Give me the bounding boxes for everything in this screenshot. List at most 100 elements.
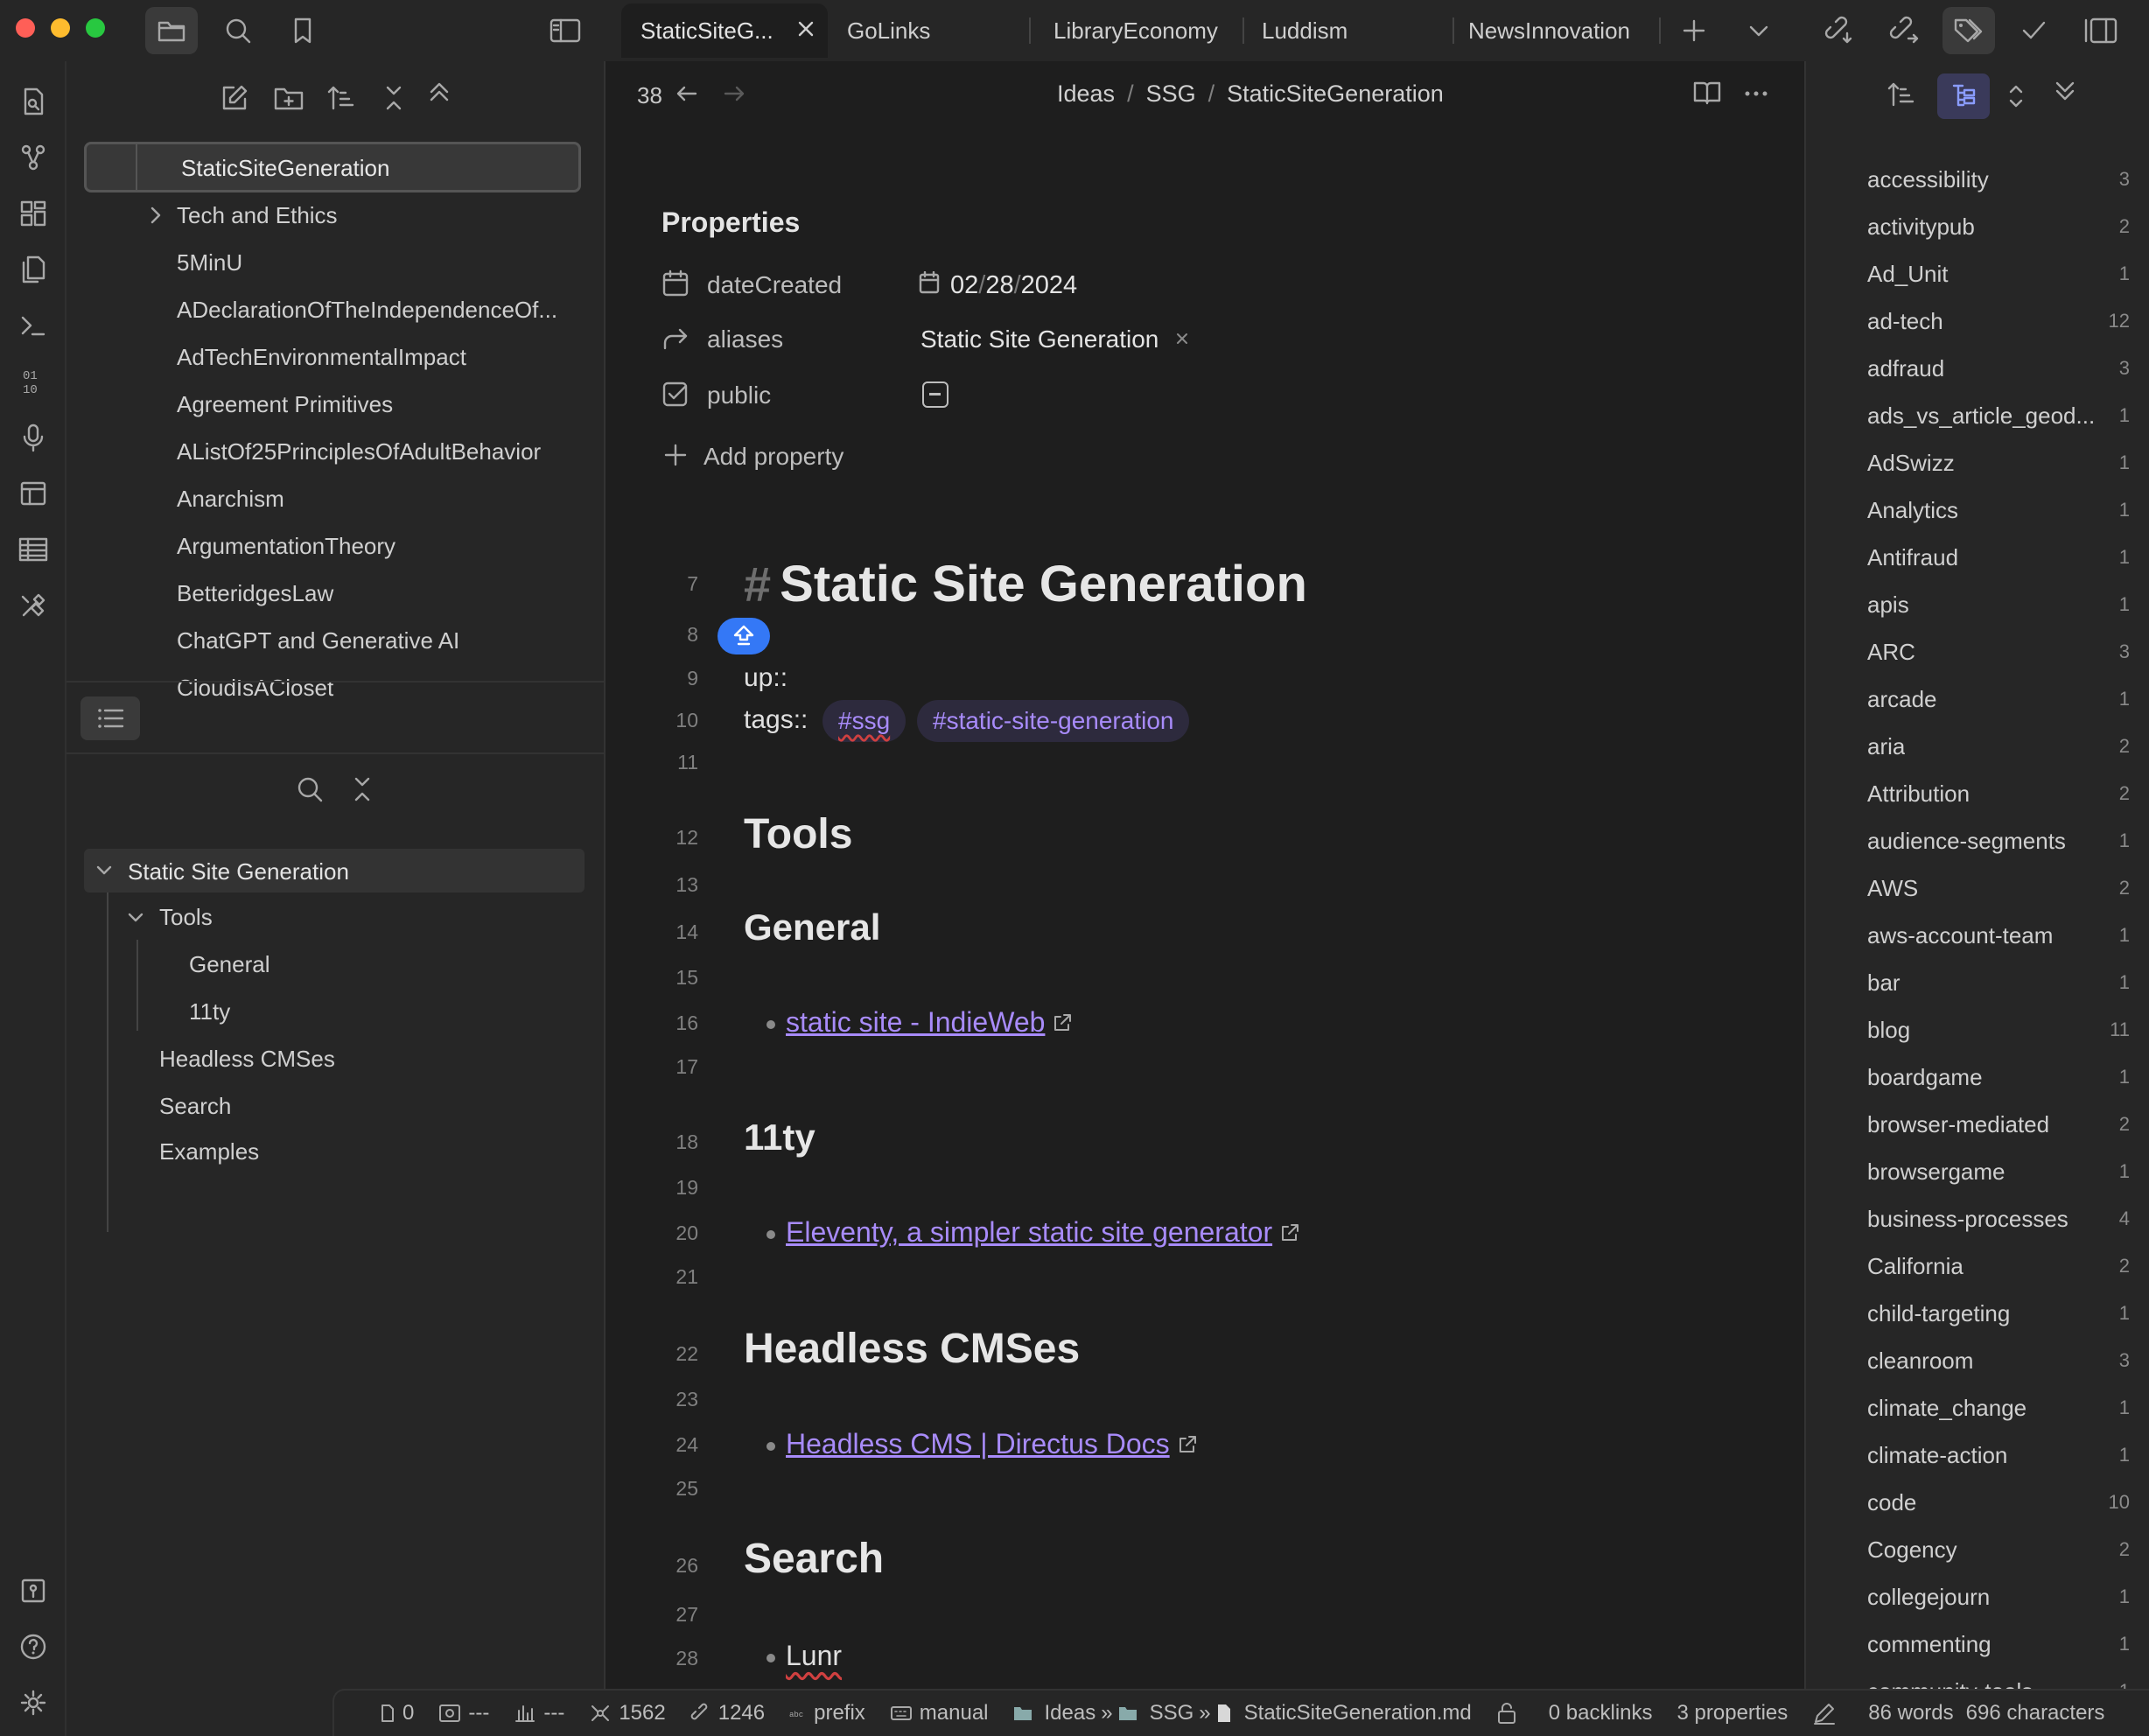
tab-luddism[interactable]: Luddism [1242, 4, 1348, 58]
status-links[interactable]: 1246 [690, 1701, 765, 1726]
tag-row[interactable]: community-tools 1 [1867, 1668, 2130, 1690]
microphone-icon[interactable] [10, 415, 56, 460]
edit-mode-icon[interactable] [1812, 1701, 1844, 1726]
sort-tags-icon[interactable] [1886, 80, 1916, 108]
tag-row[interactable]: ad-tech 12 [1867, 298, 2130, 345]
new-tab-icon[interactable] [1668, 7, 1720, 54]
tags-icon[interactable] [1942, 7, 1995, 54]
tag-row[interactable]: browser-mediated 2 [1867, 1101, 2130, 1148]
list-item-text[interactable]: Lunr [786, 1640, 842, 1672]
folder-item[interactable]: Tech and Ethics [177, 192, 338, 238]
date-calendar-icon[interactable] [919, 271, 940, 294]
tag-row[interactable]: ARC 3 [1867, 628, 2130, 676]
tag-row[interactable]: accessibility 3 [1867, 156, 2130, 203]
chevron-down-icon[interactable] [126, 908, 145, 928]
breadcrumb-item[interactable]: StaticSiteGeneration [1227, 80, 1444, 108]
status-stats[interactable]: --- [514, 1701, 564, 1726]
outline-item[interactable]: General [189, 942, 270, 987]
status-path[interactable]: Ideas » SSG » StaticSiteGeneration.md [1013, 1701, 1472, 1726]
open-quick-switcher-icon[interactable] [10, 79, 56, 124]
tag-row[interactable]: AWS 2 [1867, 864, 2130, 912]
heading-2[interactable]: Headless CMSes [744, 1325, 1080, 1373]
chevrons-up-icon[interactable] [415, 68, 464, 117]
table-icon[interactable] [10, 527, 56, 572]
property-key-datecreated[interactable]: dateCreated [707, 271, 842, 299]
expand-collapse-icon[interactable] [2004, 82, 2028, 110]
external-link[interactable]: Eleventy, a simpler static site generato… [786, 1216, 1272, 1249]
minimize-window-button[interactable] [51, 18, 70, 38]
outline-item[interactable]: Examples [159, 1129, 259, 1174]
files-icon[interactable] [145, 7, 198, 54]
tag-row[interactable]: Cogency 2 [1867, 1526, 2130, 1573]
tag-row[interactable]: Analytics 1 [1867, 486, 2130, 534]
tag-row[interactable]: commenting 1 [1867, 1620, 2130, 1668]
tag-row[interactable]: Antifraud 1 [1867, 534, 2130, 581]
tab-golinks[interactable]: GoLinks [828, 4, 930, 58]
property-key-aliases[interactable]: aliases [707, 326, 783, 354]
file-item[interactable]: AListOf25PrinciplesOfAdultBehavior [177, 429, 541, 474]
file-item[interactable]: Agreement Primitives [177, 382, 393, 427]
help-icon[interactable] [10, 1624, 56, 1670]
status-prefix[interactable]: abc prefix [789, 1701, 865, 1726]
tag-row[interactable]: cleanroom 3 [1867, 1337, 2130, 1384]
tag-row[interactable]: blog 11 [1867, 1006, 2130, 1054]
tag-row[interactable]: business-processes 4 [1867, 1195, 2130, 1242]
heading-3[interactable]: General [744, 906, 880, 948]
external-link[interactable]: Headless CMS | Directus Docs [786, 1428, 1170, 1460]
alias-pill[interactable]: Static Site Generation [920, 326, 1158, 354]
tag-row[interactable]: Attribution 2 [1867, 770, 2130, 817]
date-value[interactable]: 02/28/2024 [950, 271, 1077, 300]
chevron-right-icon[interactable] [147, 205, 164, 226]
terminal-icon[interactable] [10, 303, 56, 348]
file-item[interactable]: ArgumentationTheory [177, 523, 396, 569]
tag-row[interactable]: California 2 [1867, 1242, 2130, 1290]
tab-newsinnovation[interactable]: NewsInnovation [1449, 4, 1630, 58]
outline-collapse-icon[interactable] [338, 765, 387, 814]
tag-row[interactable]: adfraud 3 [1867, 345, 2130, 392]
tag-row[interactable]: Ad_Unit 1 [1867, 250, 2130, 298]
external-link[interactable]: static site - IndieWeb [786, 1006, 1045, 1039]
remove-alias-icon[interactable] [1172, 329, 1192, 348]
heading-1[interactable]: # Static Site Generation [744, 555, 1307, 613]
collapse-all-icon[interactable] [369, 74, 418, 122]
heading-2[interactable]: Tools [744, 810, 852, 858]
tag-row[interactable]: arcade 1 [1867, 676, 2130, 723]
right-sidebar-toggle-icon[interactable] [2074, 7, 2126, 54]
new-note-icon[interactable] [210, 74, 259, 122]
heading-2[interactable]: Search [744, 1535, 884, 1583]
more-options-icon[interactable] [1743, 80, 1769, 107]
outline-item[interactable]: Headless CMSes [159, 1036, 335, 1082]
file-item[interactable]: 5MinU [177, 240, 242, 285]
file-item[interactable]: CloudIsACloset [177, 665, 333, 710]
outline-tab-icon[interactable] [80, 696, 140, 740]
tools-icon[interactable] [10, 583, 56, 628]
outline-item[interactable]: Tools [159, 894, 213, 940]
sidebar-toggle-icon[interactable] [539, 7, 592, 54]
tab-list-chevron-icon[interactable] [1732, 7, 1785, 54]
link-down-icon[interactable] [1813, 7, 1866, 54]
tag-row[interactable]: climate-action 1 [1867, 1432, 2130, 1479]
tag-row[interactable]: boardgame 1 [1867, 1054, 2130, 1101]
outline-item[interactable]: Search [159, 1083, 231, 1129]
bookmark-icon[interactable] [276, 7, 329, 54]
tag-row[interactable]: AdSwizz 1 [1867, 439, 2130, 486]
breadcrumb-item[interactable]: Ideas [1057, 80, 1115, 108]
reading-view-icon[interactable] [1692, 79, 1722, 107]
tag-tree-view-icon[interactable] [1937, 74, 1990, 119]
tag-row[interactable]: browsergame 1 [1867, 1148, 2130, 1195]
tag-row[interactable]: activitypub 2 [1867, 203, 2130, 250]
tag-row[interactable]: collegejourn 1 [1867, 1573, 2130, 1620]
sort-icon[interactable] [317, 74, 366, 122]
heading-3[interactable]: 11ty [744, 1116, 816, 1158]
vault-icon[interactable] [10, 1568, 56, 1614]
status-properties[interactable]: 3 properties [1677, 1701, 1788, 1726]
property-key-public[interactable]: public [707, 382, 771, 410]
tag-row[interactable]: ads_vs_article_geod... 1 [1867, 392, 2130, 439]
up-navigation-icon[interactable] [718, 618, 770, 654]
tag-pill[interactable]: #ssg [822, 700, 906, 742]
binary-icon[interactable]: 01 10 [10, 359, 56, 404]
status-mode[interactable]: manual [890, 1701, 989, 1726]
close-window-button[interactable] [16, 18, 35, 38]
tag-row[interactable]: code 10 [1867, 1479, 2130, 1526]
tab-libraryeconomy[interactable]: LibraryEconomy [1034, 4, 1218, 58]
